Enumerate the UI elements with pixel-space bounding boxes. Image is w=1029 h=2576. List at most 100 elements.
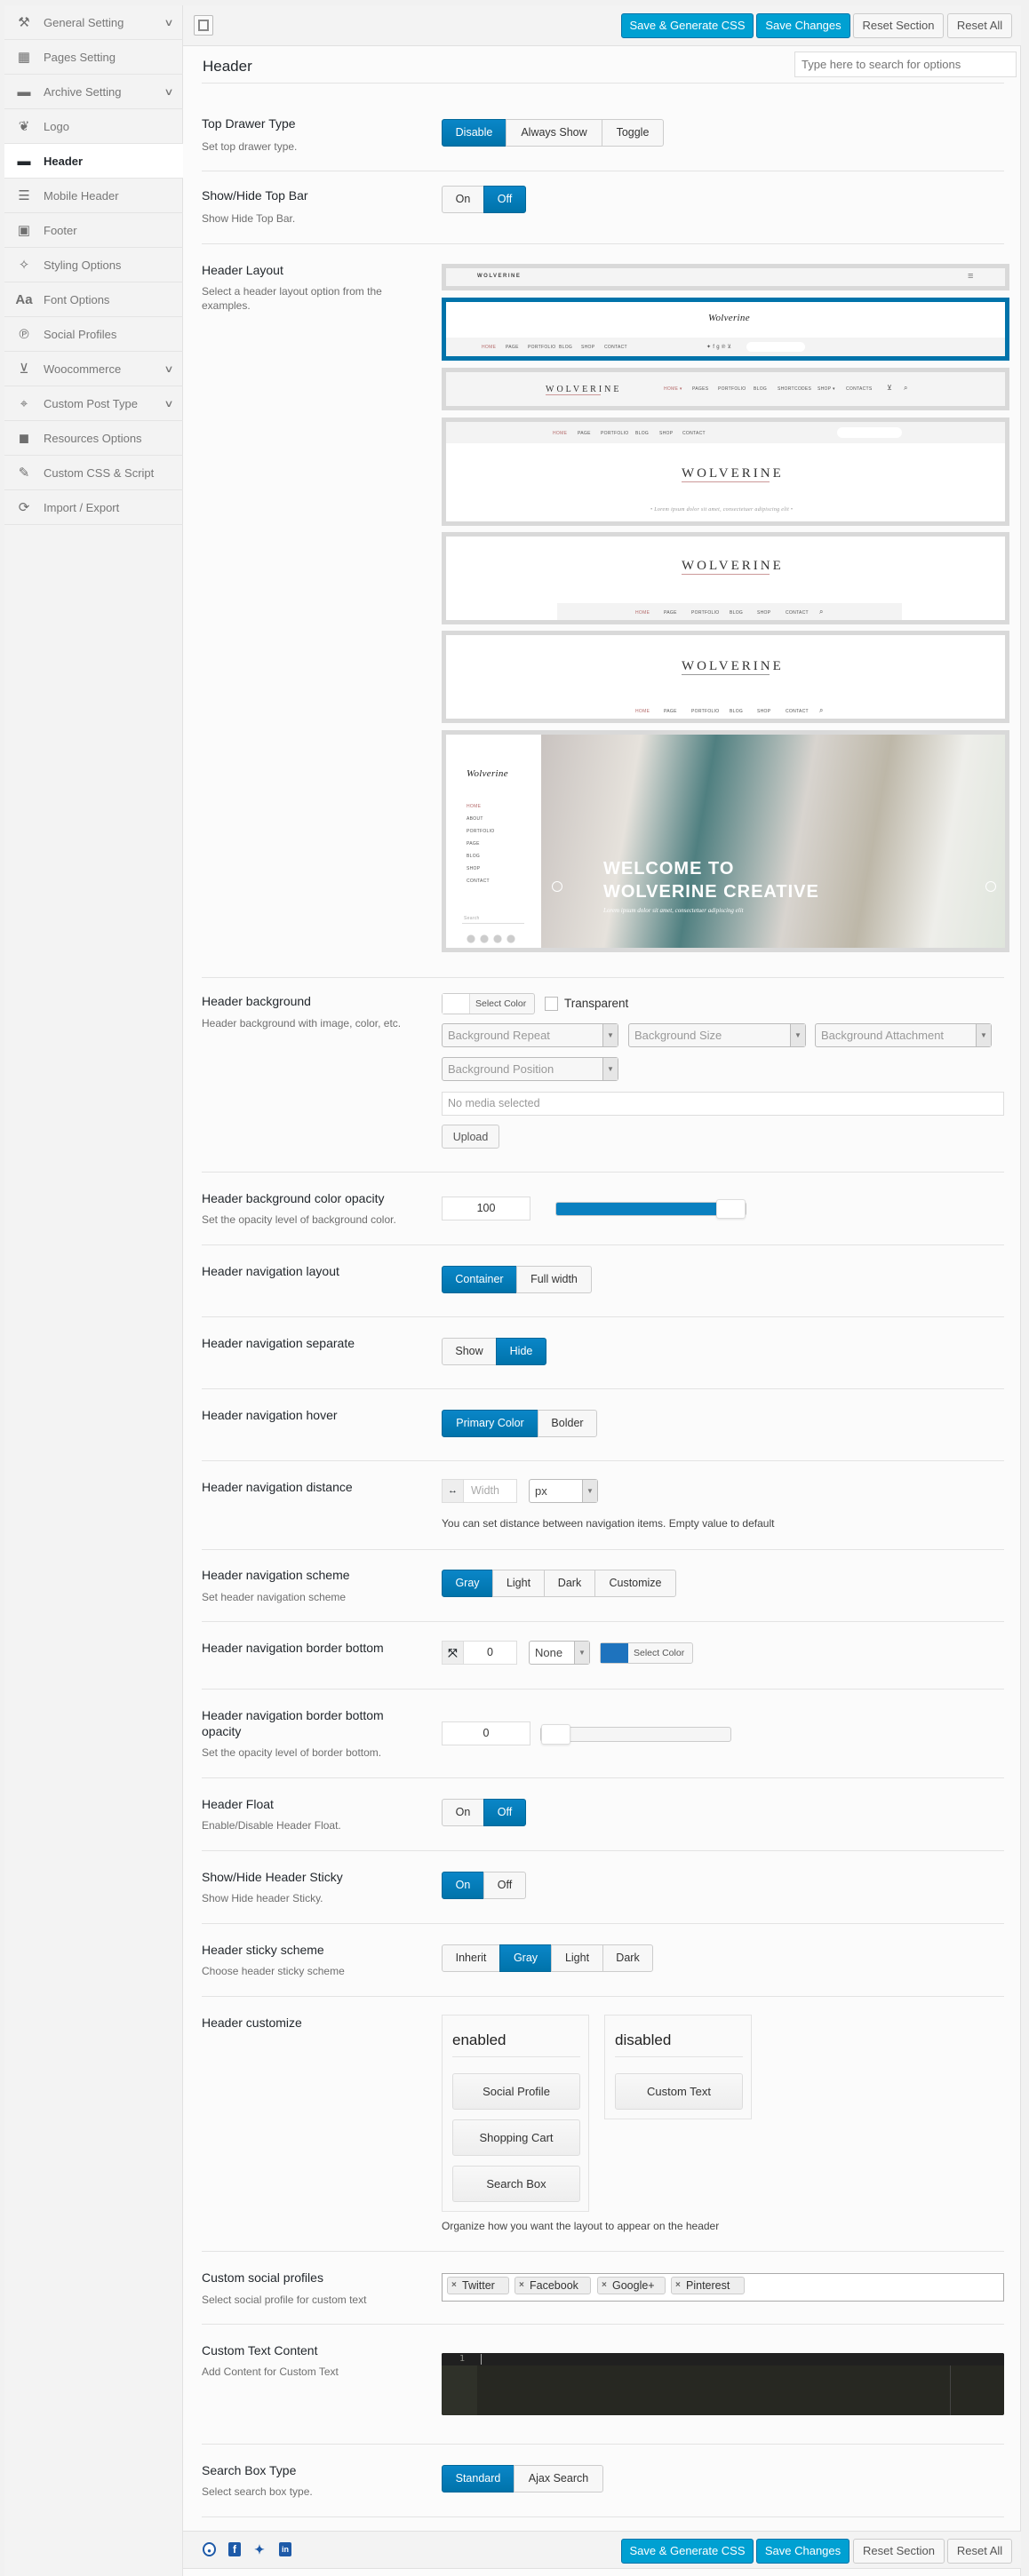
bg-opacity-slider[interactable]	[555, 1199, 746, 1219]
border-color-picker[interactable]: Select Color	[600, 1642, 693, 1664]
remove-tag-icon[interactable]: ×	[602, 2278, 607, 2294]
sidebar-item-header[interactable]: ▬ Header	[4, 144, 183, 179]
option-off[interactable]: Off	[483, 1872, 526, 1899]
field-label: Header Layout	[202, 263, 283, 277]
sidebar-item-custom-css-script[interactable]: ✎ Custom CSS & Script	[4, 456, 183, 490]
option-full-width[interactable]: Full width	[516, 1266, 592, 1293]
nav-distance-input[interactable]: ↔ Width	[442, 1479, 517, 1503]
option-always-show[interactable]: Always Show	[506, 119, 602, 147]
sortable-item-shopping-cart[interactable]: Shopping Cart	[452, 2119, 580, 2156]
linkedin-icon[interactable]: in	[279, 2542, 291, 2556]
twitter-icon[interactable]: ✦	[253, 2542, 266, 2556]
option-inherit[interactable]: Inherit	[442, 1944, 500, 1972]
github-icon[interactable]: ●	[203, 2542, 216, 2556]
slider-handle[interactable]	[716, 1199, 746, 1219]
sidebar-item-pages-setting[interactable]: ▦ Pages Setting	[4, 40, 183, 75]
background-size-select[interactable]: Background Size ▼	[628, 1023, 806, 1047]
option-bolder[interactable]: Bolder	[538, 1410, 597, 1437]
search-options-input[interactable]	[794, 52, 1017, 77]
color-swatch	[601, 1643, 628, 1663]
save-changes-button-bottom[interactable]: Save Changes	[756, 2539, 850, 2564]
option-ajax-search[interactable]: Ajax Search	[514, 2465, 603, 2493]
field-label: Header background	[202, 994, 311, 1008]
sidebar-item-woocommerce[interactable]: ⊻ Woocommerce ∨	[4, 352, 183, 386]
background-attachment-select[interactable]: Background Attachment ▼	[815, 1023, 992, 1047]
slider-handle[interactable]	[541, 1724, 570, 1745]
tag-label: Twitter	[462, 2279, 495, 2292]
option-show[interactable]: Show	[442, 1338, 497, 1365]
remove-tag-icon[interactable]: ×	[519, 2278, 524, 2294]
background-position-select[interactable]: Background Position ▼	[442, 1057, 618, 1081]
sidebar-item-font-options[interactable]: Aa Font Options	[4, 282, 183, 317]
top-bar-toggle: On Off	[442, 186, 526, 213]
option-customize[interactable]: Customize	[594, 1570, 676, 1597]
sidebar-item-custom-post-type[interactable]: ⌖ Custom Post Type ∨	[4, 386, 183, 421]
option-hide[interactable]: Hide	[496, 1338, 546, 1365]
header-layout-option-4[interactable]: HOME PAGE PORTFOLIO BLOG SHOP CONTACT WO…	[442, 417, 1009, 526]
upload-button[interactable]: Upload	[442, 1125, 499, 1149]
sidebar-item-footer[interactable]: ▣ Footer	[4, 213, 183, 248]
color-picker[interactable]: Select Color	[442, 993, 535, 1014]
border-opacity-slider[interactable]	[540, 1724, 731, 1745]
sidebar-item-general-setting[interactable]: ⚒ General Setting ∨	[4, 5, 183, 40]
remove-tag-icon[interactable]: ×	[451, 2278, 457, 2294]
border-width-input[interactable]: ⤧ 0	[442, 1641, 517, 1665]
option-on[interactable]: On	[442, 1872, 484, 1899]
background-repeat-select[interactable]: Background Repeat ▼	[442, 1023, 618, 1047]
option-toggle[interactable]: Toggle	[602, 119, 664, 147]
reset-section-button-bottom[interactable]: Reset Section	[853, 2539, 945, 2564]
option-off[interactable]: Off	[483, 186, 526, 213]
option-dark[interactable]: Dark	[602, 1944, 653, 1972]
option-container[interactable]: Container	[442, 1266, 517, 1293]
sortable-item-social-profile[interactable]: Social Profile	[452, 2073, 580, 2110]
sidebar-item-styling-options[interactable]: ✧ Styling Options	[4, 248, 183, 282]
reset-section-button[interactable]: Reset Section	[853, 13, 944, 38]
remove-tag-icon[interactable]: ×	[675, 2278, 681, 2294]
header-layout-option-2[interactable]: Wolverine HOME PAGE PORTFOLIO BLOG SHOP …	[442, 298, 1009, 361]
reset-all-button-bottom[interactable]: Reset All	[947, 2539, 1012, 2564]
transparent-checkbox[interactable]	[545, 997, 558, 1011]
save-changes-button[interactable]: Save Changes	[756, 13, 850, 38]
nav-item: SHOP	[581, 345, 595, 350]
bg-opacity-input[interactable]: 100	[442, 1197, 530, 1220]
option-on[interactable]: On	[442, 1799, 484, 1826]
reset-all-button[interactable]: Reset All	[947, 13, 1012, 38]
header-layout-option-1[interactable]: WOLVERINE ≡	[442, 264, 1009, 290]
sidebar-item-social-profiles[interactable]: ℗ Social Profiles	[4, 317, 183, 352]
header-layout-option-6[interactable]: WOLVERINE HOME PAGE PORTFOLIO BLOG SHOP …	[442, 631, 1009, 723]
font-icon: Aa	[15, 291, 33, 307]
border-opacity-input[interactable]: 0	[442, 1721, 530, 1745]
option-primary-color[interactable]: Primary Color	[442, 1410, 538, 1437]
custom-text-code-editor[interactable]: 1	[442, 2353, 1004, 2415]
sidebar-item-logo[interactable]: ❦ Logo	[4, 109, 183, 144]
unit-select[interactable]: px ▼	[529, 1479, 598, 1503]
media-url-field[interactable]: No media selected	[442, 1092, 1004, 1116]
header-layout-option-5[interactable]: WOLVERINE HOME PAGE PORTFOLIO BLOG SHOP …	[442, 532, 1009, 624]
option-light[interactable]: Light	[551, 1944, 603, 1972]
layout-search: Search	[464, 916, 480, 921]
save-generate-css-button-bottom[interactable]: Save & Generate CSS	[621, 2539, 754, 2564]
social-profiles-multiselect[interactable]: × Twitter × Facebook × Google+ × Pinterest	[442, 2273, 1004, 2302]
header-layout-option-3[interactable]: WOLVERINE HOME ▾ PAGES PORTFOLIO BLOG SH…	[442, 368, 1009, 410]
option-gray[interactable]: Gray	[499, 1944, 552, 1972]
save-generate-css-button[interactable]: Save & Generate CSS	[621, 13, 754, 38]
nav-item: PAGE	[664, 610, 677, 616]
sidebar-item-archive-setting[interactable]: ▬ Archive Setting ∨	[4, 75, 183, 109]
option-standard[interactable]: Standard	[442, 2465, 514, 2493]
option-off[interactable]: Off	[483, 1799, 526, 1826]
header-layout-option-7[interactable]: Wolverine HOME ABOUT PORTFOLIO PAGE BLOG…	[442, 730, 1009, 952]
layout-tagline: • Lorem ipsum dolor sit amet, consectetu…	[650, 507, 794, 513]
expand-toggle-button[interactable]	[194, 15, 213, 36]
sidebar-item-import-export[interactable]: ⟳ Import / Export	[4, 490, 183, 525]
sidebar-item-mobile-header[interactable]: ☰ Mobile Header	[4, 179, 183, 213]
facebook-icon[interactable]: f	[228, 2542, 241, 2556]
option-gray[interactable]: Gray	[442, 1570, 493, 1597]
sortable-item-custom-text[interactable]: Custom Text	[615, 2073, 743, 2110]
sidebar-item-resources-options[interactable]: ◼ Resources Options	[4, 421, 183, 456]
option-on[interactable]: On	[442, 186, 484, 213]
option-light[interactable]: Light	[492, 1570, 545, 1597]
sortable-item-search-box[interactable]: Search Box	[452, 2166, 580, 2202]
option-dark[interactable]: Dark	[544, 1570, 595, 1597]
option-disable[interactable]: Disable	[442, 119, 507, 147]
border-style-select[interactable]: None ▼	[529, 1641, 590, 1665]
